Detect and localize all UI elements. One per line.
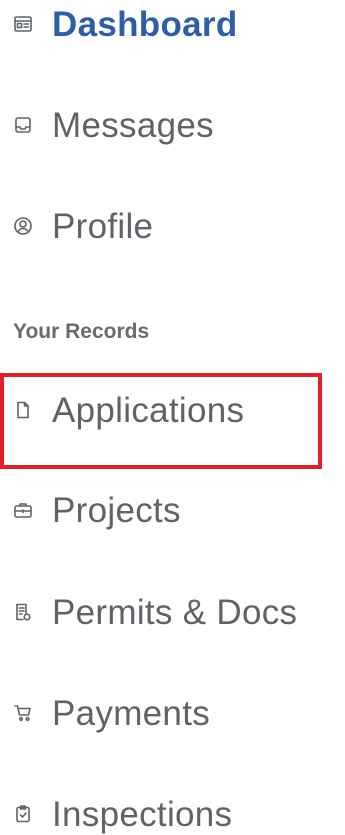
sidebar-item-label: Messages [52, 105, 214, 145]
sidebar-item-payments[interactable]: Payments [0, 683, 345, 743]
sidebar-item-projects[interactable]: Projects [0, 480, 345, 540]
sidebar-item-label: Projects [52, 490, 181, 530]
sidebar-nav: Dashboard Messages Profile Your Records … [0, 0, 345, 835]
dashboard-icon [12, 13, 34, 35]
sidebar-item-applications[interactable]: Applications [0, 380, 345, 440]
briefcase-icon [12, 499, 34, 521]
sidebar-item-inspections[interactable]: Inspections [0, 784, 345, 835]
permit-document-icon [12, 601, 34, 623]
sidebar-item-permits-docs[interactable]: Permits & Docs [0, 582, 345, 642]
sidebar-item-dashboard[interactable]: Dashboard [0, 0, 345, 54]
section-heading-your-records: Your Records [13, 320, 150, 343]
cart-icon [12, 702, 34, 724]
sidebar-item-label: Profile [52, 206, 154, 246]
sidebar-item-label: Applications [52, 390, 245, 430]
sidebar-item-label: Permits & Docs [52, 592, 298, 632]
sidebar-item-profile[interactable]: Profile [0, 196, 345, 256]
sidebar-item-label: Dashboard [52, 4, 238, 44]
sidebar-item-label: Inspections [52, 794, 233, 834]
inbox-icon [12, 114, 34, 136]
document-icon [12, 399, 34, 421]
user-circle-icon [12, 215, 34, 237]
sidebar-item-label: Payments [52, 693, 211, 733]
clipboard-icon [12, 803, 34, 825]
sidebar-item-messages[interactable]: Messages [0, 95, 345, 155]
